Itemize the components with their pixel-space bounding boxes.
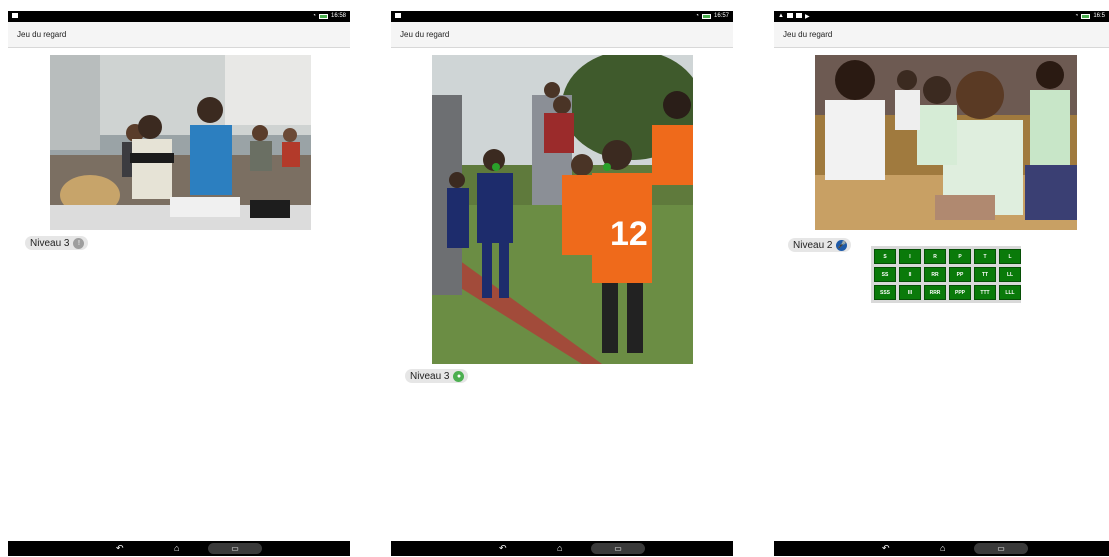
recent-apps-icon: ▭ bbox=[997, 544, 1005, 553]
battery-icon bbox=[318, 13, 328, 19]
recent-apps-button[interactable]: ▭ bbox=[208, 543, 262, 554]
wifi-icon: ◔ bbox=[695, 13, 699, 19]
clock: 16:58 bbox=[330, 13, 346, 19]
recent-apps-icon: ▭ bbox=[614, 544, 622, 553]
soccer-kids-photo[interactable]: 12 bbox=[432, 55, 693, 364]
nav-bar: ↶ ⌂ ▭ bbox=[774, 541, 1109, 556]
syllable-button[interactable]: SSS bbox=[874, 285, 896, 300]
info-icon[interactable]: ! bbox=[73, 237, 85, 249]
syllable-button[interactable]: P bbox=[949, 249, 971, 264]
home-icon[interactable]: ⌂ bbox=[940, 544, 945, 553]
svg-text:12: 12 bbox=[610, 215, 648, 253]
classroom-photo[interactable] bbox=[50, 55, 311, 230]
tablet-screen-3: ▲ ▶ ◔ 16:5 Jeu du regard Niveau 2 🎤 S I … bbox=[774, 11, 1109, 556]
level-label: Niveau 2 bbox=[793, 239, 833, 251]
syllable-button[interactable]: III bbox=[899, 285, 921, 300]
recent-apps-button[interactable]: ▭ bbox=[591, 543, 645, 554]
syllable-button[interactable]: PPP bbox=[949, 285, 971, 300]
level-label: Niveau 3 bbox=[410, 370, 450, 382]
status-bar: ▲ ▶ ◔ 16:5 bbox=[774, 11, 1109, 22]
game-content: Niveau 3 ! bbox=[8, 48, 350, 541]
mic-icon[interactable]: 🎤 bbox=[836, 239, 848, 251]
syllable-button[interactable]: L bbox=[999, 249, 1021, 264]
notification-icon bbox=[786, 13, 793, 18]
syllable-button[interactable]: SS bbox=[874, 267, 896, 282]
level-badge[interactable]: Niveau 2 🎤 bbox=[788, 238, 852, 252]
syllable-button[interactable]: I bbox=[899, 249, 921, 264]
app-title: Jeu du regard bbox=[17, 30, 67, 39]
game-content: Niveau 2 🎤 S I R P T L SS II RR PP TT LL… bbox=[774, 48, 1109, 541]
notification-icon bbox=[395, 13, 401, 18]
syllable-button[interactable]: II bbox=[899, 267, 921, 282]
syllable-grid: S I R P T L SS II RR PP TT LL SSS III RR… bbox=[871, 246, 1021, 303]
notification-icon bbox=[12, 13, 18, 18]
sitting-children-photo[interactable] bbox=[815, 55, 1077, 230]
status-bar: ◔ 16:58 bbox=[8, 11, 350, 22]
syllable-button[interactable]: LL bbox=[999, 267, 1021, 282]
app-bar: Jeu du regard bbox=[774, 22, 1109, 48]
status-bar: ◔ 16:57 bbox=[391, 11, 733, 22]
battery-icon bbox=[701, 13, 711, 19]
play-icon: ▶ bbox=[804, 14, 810, 20]
syllable-button[interactable]: R bbox=[924, 249, 946, 264]
app-bar: Jeu du regard bbox=[391, 22, 733, 48]
level-label: Niveau 3 bbox=[30, 237, 70, 249]
syllable-button[interactable]: TT bbox=[974, 267, 996, 282]
eye-icon[interactable]: ● bbox=[453, 370, 465, 382]
tablet-screen-2: ◔ 16:57 Jeu du regard 12 Niveau 3 ● ↶ ⌂ … bbox=[391, 11, 733, 556]
notification-icon bbox=[795, 13, 802, 18]
nav-bar: ↶ ⌂ ▭ bbox=[391, 541, 733, 556]
recent-apps-icon: ▭ bbox=[231, 544, 239, 553]
syllable-button[interactable]: S bbox=[874, 249, 896, 264]
syllable-button[interactable]: TTT bbox=[974, 285, 996, 300]
game-content: 12 Niveau 3 ● bbox=[391, 48, 733, 541]
wifi-icon: ◔ bbox=[312, 13, 316, 19]
tablet-screen-1: ◔ 16:58 Jeu du regard Niveau 3 ! ↶ ⌂ ▭ bbox=[8, 11, 350, 556]
syllable-button[interactable]: RR bbox=[924, 267, 946, 282]
wifi-icon: ◔ bbox=[1074, 13, 1079, 19]
recent-apps-button[interactable]: ▭ bbox=[974, 543, 1028, 554]
home-icon[interactable]: ⌂ bbox=[557, 544, 562, 553]
battery-icon bbox=[1081, 13, 1091, 19]
app-title: Jeu du regard bbox=[400, 30, 450, 39]
syllable-button[interactable]: PP bbox=[949, 267, 971, 282]
level-badge[interactable]: Niveau 3 ! bbox=[25, 236, 89, 250]
nav-bar: ↶ ⌂ ▭ bbox=[8, 541, 350, 556]
syllable-button[interactable]: LLL bbox=[999, 285, 1021, 300]
clock: 16:57 bbox=[713, 13, 729, 19]
app-bar: Jeu du regard bbox=[8, 22, 350, 48]
back-icon[interactable]: ↶ bbox=[882, 544, 890, 553]
back-icon[interactable]: ↶ bbox=[116, 544, 124, 553]
back-icon[interactable]: ↶ bbox=[499, 544, 507, 553]
alert-icon: ▲ bbox=[778, 13, 784, 19]
app-title: Jeu du regard bbox=[783, 30, 833, 39]
syllable-button[interactable]: RRR bbox=[924, 285, 946, 300]
home-icon[interactable]: ⌂ bbox=[174, 544, 179, 553]
syllable-button[interactable]: T bbox=[974, 249, 996, 264]
clock: 16:5 bbox=[1093, 13, 1105, 19]
level-badge[interactable]: Niveau 3 ● bbox=[405, 369, 469, 383]
